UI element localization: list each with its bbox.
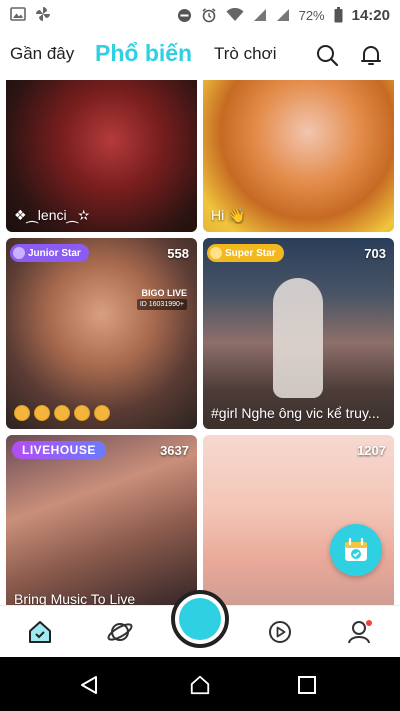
tab-recent[interactable]: Gần đây: [10, 44, 74, 64]
live-card[interactable]: 1207: [203, 435, 394, 605]
clock: 14:20: [351, 6, 390, 24]
viewer-count: 703: [364, 246, 386, 261]
live-card[interactable]: Hi 👋: [203, 80, 394, 232]
tab-popular[interactable]: Phổ biến: [95, 40, 192, 67]
image-icon: [10, 6, 26, 24]
viewer-count: 1207: [357, 443, 386, 458]
bell-icon[interactable]: [358, 42, 384, 68]
live-thumbnail: [203, 238, 394, 429]
emoji-icon: [74, 405, 90, 421]
emoji-icon: [94, 405, 110, 421]
battery-icon: [334, 7, 343, 23]
emoji-icon: [54, 405, 70, 421]
live-card[interactable]: Super Star 703 #girl Nghe ông vic kể tru…: [203, 238, 394, 429]
viewer-count: 558: [167, 246, 189, 261]
search-icon[interactable]: [314, 42, 340, 68]
status-left: [10, 6, 51, 25]
star-icon: [210, 247, 222, 259]
home-icon[interactable]: [26, 618, 54, 646]
live-feed: ❖⁔lenci⁔✫ Hi 👋 Junior Star 558 BIGO LIVE…: [0, 80, 400, 605]
pinwheel-icon: [35, 6, 51, 25]
alarm-icon: [201, 7, 217, 23]
video-play-icon[interactable]: [266, 618, 294, 646]
star-icon: [13, 247, 25, 259]
tab-games[interactable]: Trò chơi: [214, 44, 276, 64]
signal-icon: [253, 8, 267, 22]
signal-icon: [276, 8, 290, 22]
live-card[interactable]: LIVEHOUSE 3637 Bring Music To Live: [6, 435, 197, 605]
calendar-check-icon[interactable]: [330, 524, 382, 576]
emoji-icon: [34, 405, 50, 421]
bigo-id: ID 16031990+: [136, 299, 187, 310]
app-screen: 72% 14:20 Gần đây Phổ biến Trò chơi ❖⁔le…: [0, 0, 400, 711]
top-tabs: Gần đây Phổ biến Trò chơi: [0, 30, 400, 80]
recents-icon[interactable]: [296, 674, 318, 696]
back-icon[interactable]: [78, 674, 100, 696]
status-bar: 72% 14:20: [0, 0, 400, 30]
emoji-row: [14, 405, 110, 421]
card-caption: Bring Music To Live: [14, 591, 136, 605]
status-right: 72% 14:20: [177, 7, 390, 24]
live-thumbnail: [6, 238, 197, 429]
viewer-count: 3637: [160, 443, 189, 458]
junior-star-badge: Junior Star: [10, 244, 89, 262]
live-thumbnail: [6, 435, 197, 605]
livehouse-badge: LIVEHOUSE: [12, 441, 106, 459]
bigo-brand: BIGO LIVE: [141, 288, 187, 298]
home-icon[interactable]: [189, 674, 211, 696]
explore-planet-icon[interactable]: [106, 618, 134, 646]
battery-percent: 72%: [298, 7, 325, 23]
emoji-icon: [14, 405, 30, 421]
dnd-icon: [177, 8, 192, 23]
badge-label: Junior Star: [28, 247, 81, 259]
bigo-live-watermark: BIGO LIVE ID 16031990+: [136, 288, 187, 310]
card-caption: Hi 👋: [211, 207, 246, 223]
system-navigation-bar: [0, 657, 400, 711]
live-card[interactable]: ❖⁔lenci⁔✫: [6, 80, 197, 232]
wifi-icon: [226, 8, 244, 22]
go-live-dot: [179, 598, 221, 640]
live-thumbnail: [203, 435, 394, 605]
live-card[interactable]: Junior Star 558 BIGO LIVE ID 16031990+: [6, 238, 197, 429]
profile-icon[interactable]: [346, 618, 374, 646]
go-live-button[interactable]: [171, 590, 229, 648]
card-caption: #girl Nghe ông vic kể truy...: [211, 405, 380, 421]
super-star-badge: Super Star: [207, 244, 284, 262]
card-caption: ❖⁔lenci⁔✫: [14, 207, 90, 223]
badge-label: Super Star: [225, 247, 276, 259]
